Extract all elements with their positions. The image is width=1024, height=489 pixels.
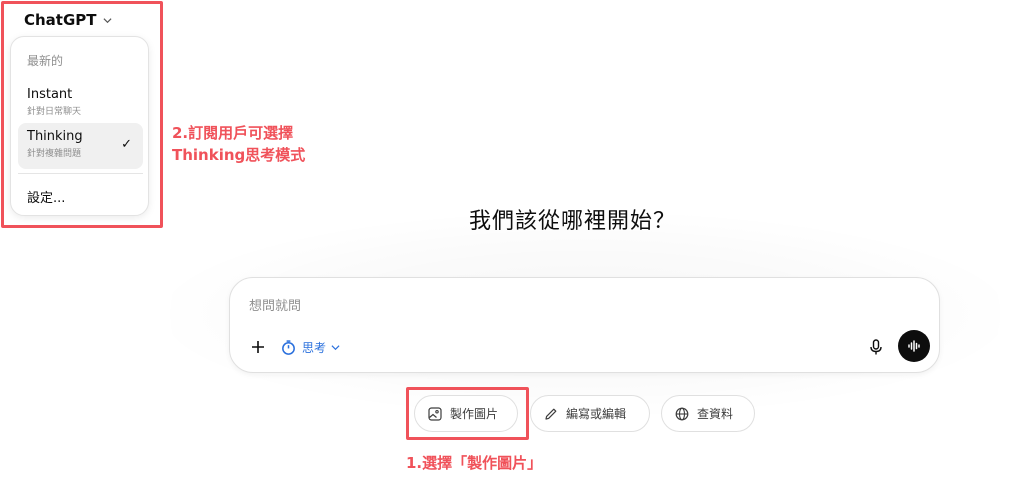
annotation-line: 2.訂閱用戶可選擇 bbox=[172, 124, 294, 142]
page-heading: 我們該從哪裡開始？ bbox=[469, 209, 677, 234]
add-attachment-button[interactable] bbox=[247, 336, 269, 358]
microphone-icon bbox=[870, 339, 882, 355]
annotation-line: Thinking思考模式 bbox=[172, 146, 306, 164]
suggestion-label: 查資料 bbox=[697, 407, 734, 421]
annotation-note-create-image: 1.選擇「製作圖片」 bbox=[406, 454, 543, 472]
waveform-icon bbox=[908, 340, 920, 352]
thinking-mode-label: 思考 bbox=[302, 340, 327, 355]
pencil-icon bbox=[545, 408, 557, 420]
dictate-button[interactable] bbox=[866, 337, 886, 357]
annotation-box-dropdown bbox=[1, 1, 163, 228]
globe-icon bbox=[675, 407, 689, 420]
timer-icon bbox=[282, 339, 295, 355]
annotation-box-create-image bbox=[406, 387, 529, 440]
voice-mode-button[interactable] bbox=[898, 330, 930, 362]
suggestion-research[interactable]: 查資料 bbox=[661, 395, 755, 432]
composer: 思考 bbox=[229, 277, 940, 373]
chevron-down-icon bbox=[331, 344, 340, 350]
suggestion-label: 編寫或編輯 bbox=[566, 407, 627, 421]
thinking-mode-button[interactable]: 思考 bbox=[280, 336, 340, 358]
plus-icon bbox=[252, 341, 264, 353]
annotation-note-thinking: 2.訂閱用戶可選擇 Thinking思考模式 bbox=[172, 122, 305, 166]
suggestion-write-edit[interactable]: 編寫或編輯 bbox=[530, 395, 650, 432]
prompt-input[interactable] bbox=[249, 295, 849, 317]
